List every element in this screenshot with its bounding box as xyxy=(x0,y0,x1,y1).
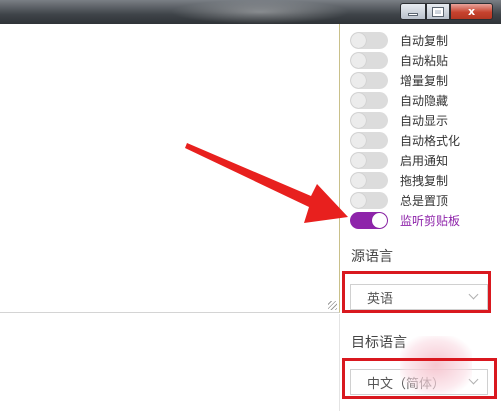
option-monitor-clipboard[interactable]: 监听剪贴板 xyxy=(350,210,460,230)
option-label: 总是置顶 xyxy=(400,193,449,208)
toggle-knob xyxy=(351,92,366,108)
toggle-switch[interactable] xyxy=(350,51,388,69)
target-language-label: 目标语言 xyxy=(351,335,407,351)
highlight-box-target xyxy=(342,358,497,399)
option-label: 启用通知 xyxy=(400,153,449,168)
option-label: 自动复制 xyxy=(400,33,449,48)
minimize-icon xyxy=(401,4,425,19)
maximize-icon xyxy=(427,4,449,19)
title-glow xyxy=(170,0,350,24)
option-always-on-top[interactable]: 总是置顶 xyxy=(350,190,448,210)
minimize-button[interactable] xyxy=(400,3,426,20)
close-icon: x xyxy=(467,5,476,18)
toggle-knob xyxy=(351,172,366,188)
option-label: 增量复制 xyxy=(400,73,449,88)
option-auto-format[interactable]: 自动格式化 xyxy=(350,130,460,150)
option-auto-show[interactable]: 自动显示 xyxy=(350,110,448,130)
target-text-area[interactable] xyxy=(0,314,340,411)
toggle-knob xyxy=(351,52,366,68)
option-auto-hide[interactable]: 自动隐藏 xyxy=(350,90,448,110)
toggle-switch[interactable] xyxy=(350,151,388,169)
option-drag-copy[interactable]: 拖拽复制 xyxy=(350,170,448,190)
toggle-knob xyxy=(372,212,387,228)
title-bar: x xyxy=(0,0,501,24)
toggle-switch[interactable] xyxy=(350,91,388,109)
toggle-switch[interactable] xyxy=(350,31,388,49)
source-text-area[interactable] xyxy=(0,24,340,313)
option-label: 拖拽复制 xyxy=(400,173,449,188)
toggle-knob xyxy=(351,132,366,148)
highlight-box-source xyxy=(342,271,491,313)
toggle-knob xyxy=(351,72,366,88)
toggle-switch[interactable] xyxy=(350,211,388,229)
toggle-knob xyxy=(351,112,366,128)
toggle-switch[interactable] xyxy=(350,191,388,209)
option-auto-paste[interactable]: 自动粘贴 xyxy=(350,50,448,70)
option-label: 自动粘贴 xyxy=(400,53,449,68)
toggle-switch[interactable] xyxy=(350,111,388,129)
option-incremental-copy[interactable]: 增量复制 xyxy=(350,70,448,90)
option-auto-copy[interactable]: 自动复制 xyxy=(350,30,448,50)
toggle-switch[interactable] xyxy=(350,71,388,89)
toggle-switch[interactable] xyxy=(350,171,388,189)
toggle-knob xyxy=(351,152,366,168)
toggle-knob xyxy=(351,32,366,48)
source-language-label: 源语言 xyxy=(351,249,393,265)
toggle-knob xyxy=(351,192,366,208)
option-label: 自动格式化 xyxy=(400,133,461,148)
option-label: 监听剪贴板 xyxy=(400,213,461,228)
resize-grip-icon[interactable] xyxy=(328,301,337,310)
toggle-switch[interactable] xyxy=(350,131,388,149)
option-enable-notifications[interactable]: 启用通知 xyxy=(350,150,448,170)
option-label: 自动显示 xyxy=(400,113,449,128)
option-label: 自动隐藏 xyxy=(400,93,449,108)
close-button[interactable]: x xyxy=(450,3,493,20)
maximize-button[interactable] xyxy=(426,3,450,20)
